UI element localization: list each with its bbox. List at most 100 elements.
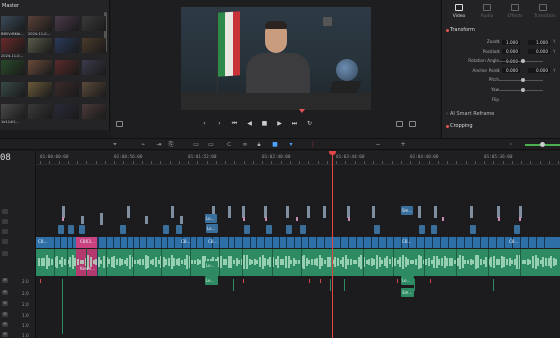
track-toggle-button[interactable] [2, 251, 8, 256]
title-clip-small[interactable] [244, 225, 250, 234]
stop-button[interactable]: ■ [261, 120, 268, 127]
audio-track-a1[interactable]: Kewe... [36, 249, 560, 276]
razor-tool-icon[interactable]: ⌁ [140, 142, 146, 148]
overlay-clip[interactable] [100, 213, 103, 225]
title-clip-small[interactable] [374, 225, 380, 234]
param-slider-knob[interactable] [521, 78, 525, 83]
overlay-clip[interactable] [372, 206, 375, 218]
mute-button[interactable]: M [2, 312, 8, 317]
overlay-clip[interactable] [81, 216, 84, 224]
title-clip-small[interactable] [79, 225, 85, 234]
overlay-clip[interactable] [323, 206, 326, 218]
play-reverse-button[interactable]: ◀ [246, 120, 253, 127]
mute-button[interactable]: M [2, 290, 8, 295]
param-y-value-field[interactable]: 1.000 [528, 39, 550, 45]
tab-effects[interactable]: Effects [506, 4, 524, 22]
track-toggle-button[interactable] [2, 239, 8, 244]
title-clip-small[interactable] [58, 225, 64, 234]
video-track-v1[interactable]: C8... C803... C8... C8... C8... C8... [36, 237, 560, 248]
media-thumbnail[interactable]: BB5VrBKbl... [1, 16, 25, 36]
dynamic-trim-icon[interactable]: ⇥ [156, 142, 162, 148]
overlay-clip[interactable] [434, 206, 437, 218]
section-enable-dot[interactable] [446, 124, 449, 128]
section-enable-dot[interactable] [446, 28, 449, 32]
overlay-clip[interactable] [145, 216, 148, 224]
media-thumbnail[interactable] [55, 60, 79, 80]
media-thumbnail[interactable] [55, 38, 79, 58]
title-clip-small[interactable] [68, 225, 74, 234]
param-slider-knob[interactable] [521, 88, 525, 92]
media-thumbnail[interactable] [82, 82, 106, 102]
title-clip-small[interactable] [176, 225, 182, 234]
cropping-section-header[interactable]: Cropping [442, 122, 560, 130]
title-clip-small[interactable] [514, 225, 520, 234]
media-thumbnail[interactable] [1, 82, 25, 102]
selection-tool-icon[interactable]: ⌖ [112, 142, 118, 148]
audio-sub-clip[interactable]: Sm... [401, 288, 414, 297]
track-toggle-button[interactable] [2, 219, 8, 224]
viewer-mode-icon[interactable] [396, 121, 403, 127]
media-thumbnail[interactable] [82, 104, 106, 124]
zoom-in-icon[interactable]: + [400, 142, 406, 148]
media-thumbnail[interactable] [28, 104, 52, 124]
audio-sub-clip[interactable]: Le... [401, 276, 414, 285]
param-y-value-field[interactable]: 0.000 [528, 49, 550, 55]
title-clip-small[interactable] [431, 225, 437, 234]
media-thumbnail[interactable]: 2024-11-0... [28, 16, 52, 36]
title-clip-small[interactable] [266, 225, 272, 234]
mute-button[interactable]: M [2, 301, 8, 306]
overlay-clip[interactable] [228, 206, 231, 218]
overlay-clip[interactable] [180, 216, 183, 224]
position-lock-icon[interactable]: 🔒︎ [256, 142, 262, 148]
overlay-clip[interactable] [286, 206, 289, 218]
param-value-field[interactable]: 1.000 [502, 39, 520, 45]
fullscreen-icon[interactable] [409, 121, 416, 127]
media-thumbnail[interactable] [1, 60, 25, 80]
last-frame-button[interactable]: ⏭ [291, 120, 298, 127]
overlay-clip[interactable] [307, 206, 310, 218]
overlay-clip[interactable] [470, 206, 473, 218]
blade-tool-icon[interactable]: ⎘ [168, 142, 174, 148]
snapping-icon[interactable]: ⊂ [226, 142, 232, 148]
audio-sub-clip[interactable]: Le... [205, 261, 218, 270]
overlay-clip[interactable] [127, 206, 130, 218]
zoom-slider-knob[interactable] [540, 142, 545, 147]
media-thumbnail[interactable] [28, 38, 52, 58]
first-frame-button[interactable]: ⏮ [231, 120, 238, 127]
mute-button[interactable]: M [2, 278, 8, 283]
param-value-field[interactable]: 0.000 [502, 49, 520, 55]
media-thumbnail[interactable] [82, 38, 106, 58]
mute-button[interactable]: M [2, 322, 8, 327]
viewer-playhead-marker[interactable] [299, 109, 305, 113]
track-toggle-button[interactable] [2, 229, 8, 234]
tab-video[interactable]: Video [450, 4, 468, 22]
mute-button[interactable]: M [2, 332, 8, 337]
timeline-playhead[interactable] [332, 151, 333, 338]
title-clip[interactable]: Sm... [401, 206, 413, 215]
title-clip[interactable]: Lo... [206, 224, 218, 233]
video-frame[interactable] [181, 7, 371, 110]
audio-sub-clip[interactable]: Le... [205, 276, 218, 285]
title-clip-small[interactable] [286, 225, 292, 234]
track-toggle-button[interactable] [2, 209, 8, 214]
play-button[interactable]: ▶ [276, 120, 283, 127]
zoom-slider-left-icon[interactable]: ◦ [508, 142, 514, 148]
overlay-clip[interactable] [171, 206, 174, 218]
media-thumbnail[interactable] [55, 104, 79, 124]
media-thumbnail[interactable] [82, 60, 106, 80]
transform-section-header[interactable]: Transform [442, 26, 560, 34]
media-thumbnail[interactable] [28, 82, 52, 102]
title-clip-small[interactable] [120, 225, 126, 234]
insert-clip-icon[interactable]: ▭ [193, 142, 199, 148]
title-clip-small[interactable] [300, 225, 306, 234]
title-clip[interactable]: Lo... [205, 214, 217, 223]
smart-reframe-section-header[interactable]: › AI Smart Reframe [442, 110, 560, 118]
param-slider-knob[interactable] [521, 59, 525, 64]
media-thumbnail[interactable] [82, 16, 106, 36]
mark-in-icon[interactable]: ⋮ [310, 142, 316, 148]
media-thumbnail[interactable] [28, 60, 52, 80]
param-y-value-field[interactable]: 0.000 [528, 68, 550, 74]
transform-overlay-icon[interactable] [116, 121, 123, 127]
title-clip-small[interactable] [470, 225, 476, 234]
title-clip-small[interactable] [163, 225, 169, 234]
